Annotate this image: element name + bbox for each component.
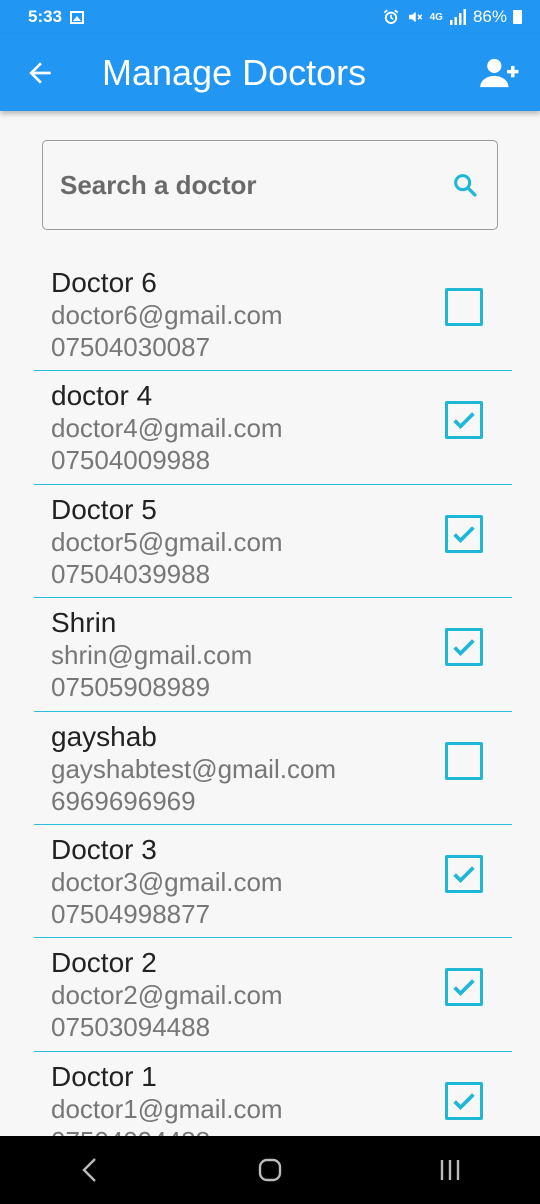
person-add-icon — [480, 58, 519, 87]
status-bar: 5:33 4G 86% — [0, 0, 540, 34]
navigation-bar — [0, 1136, 540, 1204]
battery-icon — [513, 10, 522, 24]
checkbox-checked[interactable] — [445, 628, 483, 667]
doctor-email: gayshabtest@gmail.com — [51, 753, 337, 784]
search-input[interactable] — [60, 169, 451, 201]
image-icon — [70, 10, 85, 24]
doctor-name: Doctor 3 — [51, 833, 157, 865]
doctor-name: Doctor 2 — [51, 947, 157, 979]
doctor-email: doctor3@gmail.com — [51, 866, 283, 897]
checkbox-checked[interactable] — [445, 1081, 483, 1120]
check-icon — [453, 412, 475, 430]
nav-home-button[interactable] — [240, 1140, 300, 1200]
doctor-email: shrin@gmail.com — [51, 640, 253, 671]
search-icon[interactable] — [451, 171, 479, 199]
doctor-email: doctor6@gmail.com — [51, 300, 283, 330]
arrow-back-icon — [29, 61, 51, 84]
doctor-phone: 07505908989 — [51, 672, 211, 703]
doctor-name: Doctor 5 — [51, 493, 157, 525]
mute-icon — [408, 11, 422, 23]
status-time: 5:33 — [28, 7, 63, 26]
checkbox-checked[interactable] — [445, 514, 483, 553]
app-bar: Manage Doctors — [0, 34, 540, 111]
doctor-name: Doctor 1 — [51, 1060, 157, 1092]
battery-percent: 86% — [472, 7, 507, 26]
doctor-phone: 07504009988 — [51, 445, 211, 476]
doctor-list-item[interactable]: Doctor 5 doctor5@gmail.com 07504039988 — [34, 485, 512, 599]
doctor-name: gayshab — [51, 720, 157, 752]
doctor-email: doctor4@gmail.com — [51, 413, 283, 444]
nav-back-button[interactable] — [60, 1140, 120, 1200]
checkbox-checked[interactable] — [445, 854, 483, 893]
back-button[interactable] — [0, 34, 80, 111]
search-box[interactable] — [42, 140, 498, 230]
status-icons: 4G 86% — [382, 7, 522, 27]
signal-icon — [449, 9, 466, 25]
doctor-list-item[interactable]: gayshab gayshabtest@gmail.com 6969696969 — [34, 712, 512, 825]
checkbox-unchecked[interactable] — [445, 741, 483, 780]
recents-nav-icon — [440, 1160, 460, 1180]
doctor-name: doctor 4 — [51, 380, 153, 412]
checkbox-checked[interactable] — [445, 401, 483, 440]
check-icon — [453, 1092, 475, 1110]
alarm-icon — [383, 9, 398, 24]
page-title: Manage Doctors — [102, 51, 367, 93]
doctor-list-item[interactable]: Doctor 2 doctor2@gmail.com 07503094488 — [34, 938, 512, 1052]
checkbox-unchecked[interactable] — [445, 288, 483, 326]
check-icon — [453, 866, 475, 884]
doctor-phone: 07504030087 — [51, 332, 211, 362]
doctor-phone: 07504998877 — [51, 898, 211, 929]
doctor-name: Doctor 6 — [51, 267, 157, 298]
doctor-list-item[interactable]: doctor 4 doctor4@gmail.com 07504009988 — [34, 371, 512, 485]
doctor-email: doctor2@gmail.com — [51, 980, 283, 1011]
add-doctor-button[interactable] — [460, 34, 540, 111]
doctor-email: doctor5@gmail.com — [51, 526, 283, 557]
doctor-email: doctor1@gmail.com — [51, 1093, 283, 1124]
doctor-list-item[interactable]: Shrin shrin@gmail.com 07505908989 — [34, 598, 512, 712]
doctor-list-item[interactable]: Doctor 3 doctor3@gmail.com 07504998877 — [34, 825, 512, 939]
doctor-phone: 07503094488 — [51, 1012, 211, 1043]
network-label: 4G — [429, 11, 443, 23]
doctor-phone: 07504039988 — [51, 558, 211, 589]
doctor-name: Shrin — [51, 607, 117, 639]
doctor-phone: 6969696969 — [51, 785, 196, 816]
back-nav-icon — [82, 1158, 96, 1182]
checkbox-checked[interactable] — [445, 968, 483, 1007]
home-nav-icon — [258, 1158, 282, 1182]
check-icon — [453, 526, 475, 543]
doctor-list: Doctor 6 doctor6@gmail.com 07504030087 doct… — [34, 258, 512, 1165]
check-icon — [453, 639, 475, 657]
doctor-list-item[interactable]: Doctor 6 doctor6@gmail.com 07504030087 — [34, 258, 512, 372]
nav-recents-button[interactable] — [420, 1140, 480, 1200]
check-icon — [453, 979, 475, 997]
